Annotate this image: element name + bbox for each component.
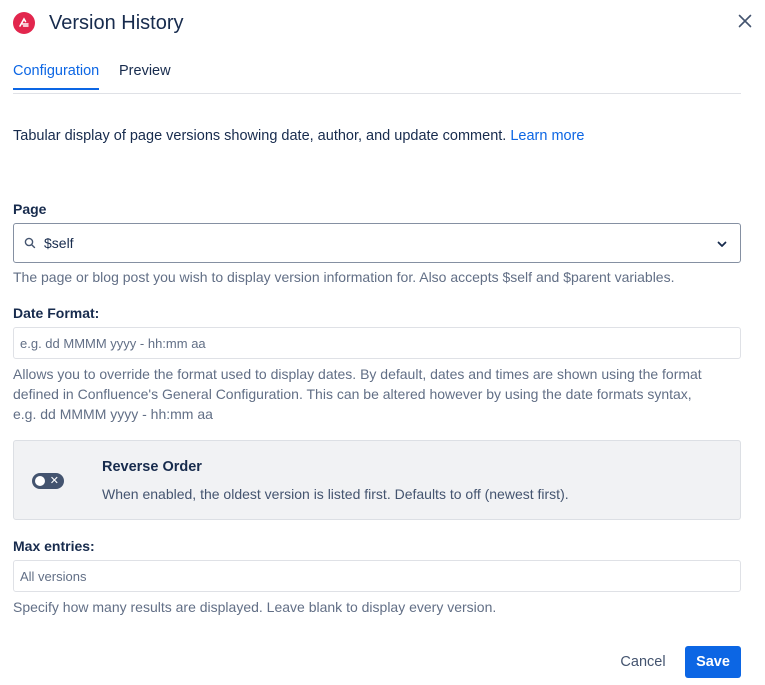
tab-configuration[interactable]: Configuration — [13, 63, 100, 90]
chevron-down-icon[interactable] — [716, 237, 728, 255]
date-format-input[interactable] — [13, 327, 741, 359]
toggle-knob — [35, 476, 45, 486]
tab-bar: Configuration Preview — [13, 56, 741, 94]
reverse-order-title: Reverse Order — [102, 459, 202, 475]
close-icon[interactable] — [733, 9, 757, 33]
description-text: Tabular display of page versions showing… — [13, 128, 507, 144]
page-select[interactable]: $self — [13, 223, 741, 263]
learn-more-link[interactable]: Learn more — [510, 128, 584, 144]
page-select-value: $self — [44, 235, 74, 251]
page-help-text: The page or blog post you wish to displa… — [13, 269, 675, 285]
app-logo-icon — [13, 12, 35, 34]
save-button[interactable]: Save — [685, 646, 741, 678]
max-entries-label: Max entries: — [13, 538, 95, 554]
cancel-button[interactable]: Cancel — [608, 646, 678, 678]
max-entries-input[interactable] — [13, 560, 741, 592]
max-entries-help: Specify how many results are displayed. … — [13, 599, 497, 615]
reverse-order-description: When enabled, the oldest version is list… — [102, 486, 569, 502]
date-format-label: Date Format: — [13, 305, 100, 321]
date-format-help-line: defined in Confluence's General Configur… — [13, 386, 692, 402]
reverse-order-toggle[interactable]: ✕ — [32, 473, 64, 489]
search-icon — [24, 237, 36, 249]
dialog-title: Version History — [49, 11, 184, 34]
dialog-header: Version History — [13, 8, 184, 38]
date-format-help: Allows you to override the format used t… — [13, 364, 741, 424]
toggle-off-icon: ✕ — [49, 475, 59, 487]
tab-preview[interactable]: Preview — [119, 63, 171, 79]
reverse-order-panel: ✕ Reverse Order When enabled, the oldest… — [13, 440, 741, 520]
page-label: Page — [13, 201, 47, 217]
date-format-help-line: Allows you to override the format used t… — [13, 366, 702, 382]
macro-description: Tabular display of page versions showing… — [13, 128, 585, 144]
date-format-help-line: e.g. dd MMMM yyyy - hh:mm aa — [13, 406, 213, 422]
